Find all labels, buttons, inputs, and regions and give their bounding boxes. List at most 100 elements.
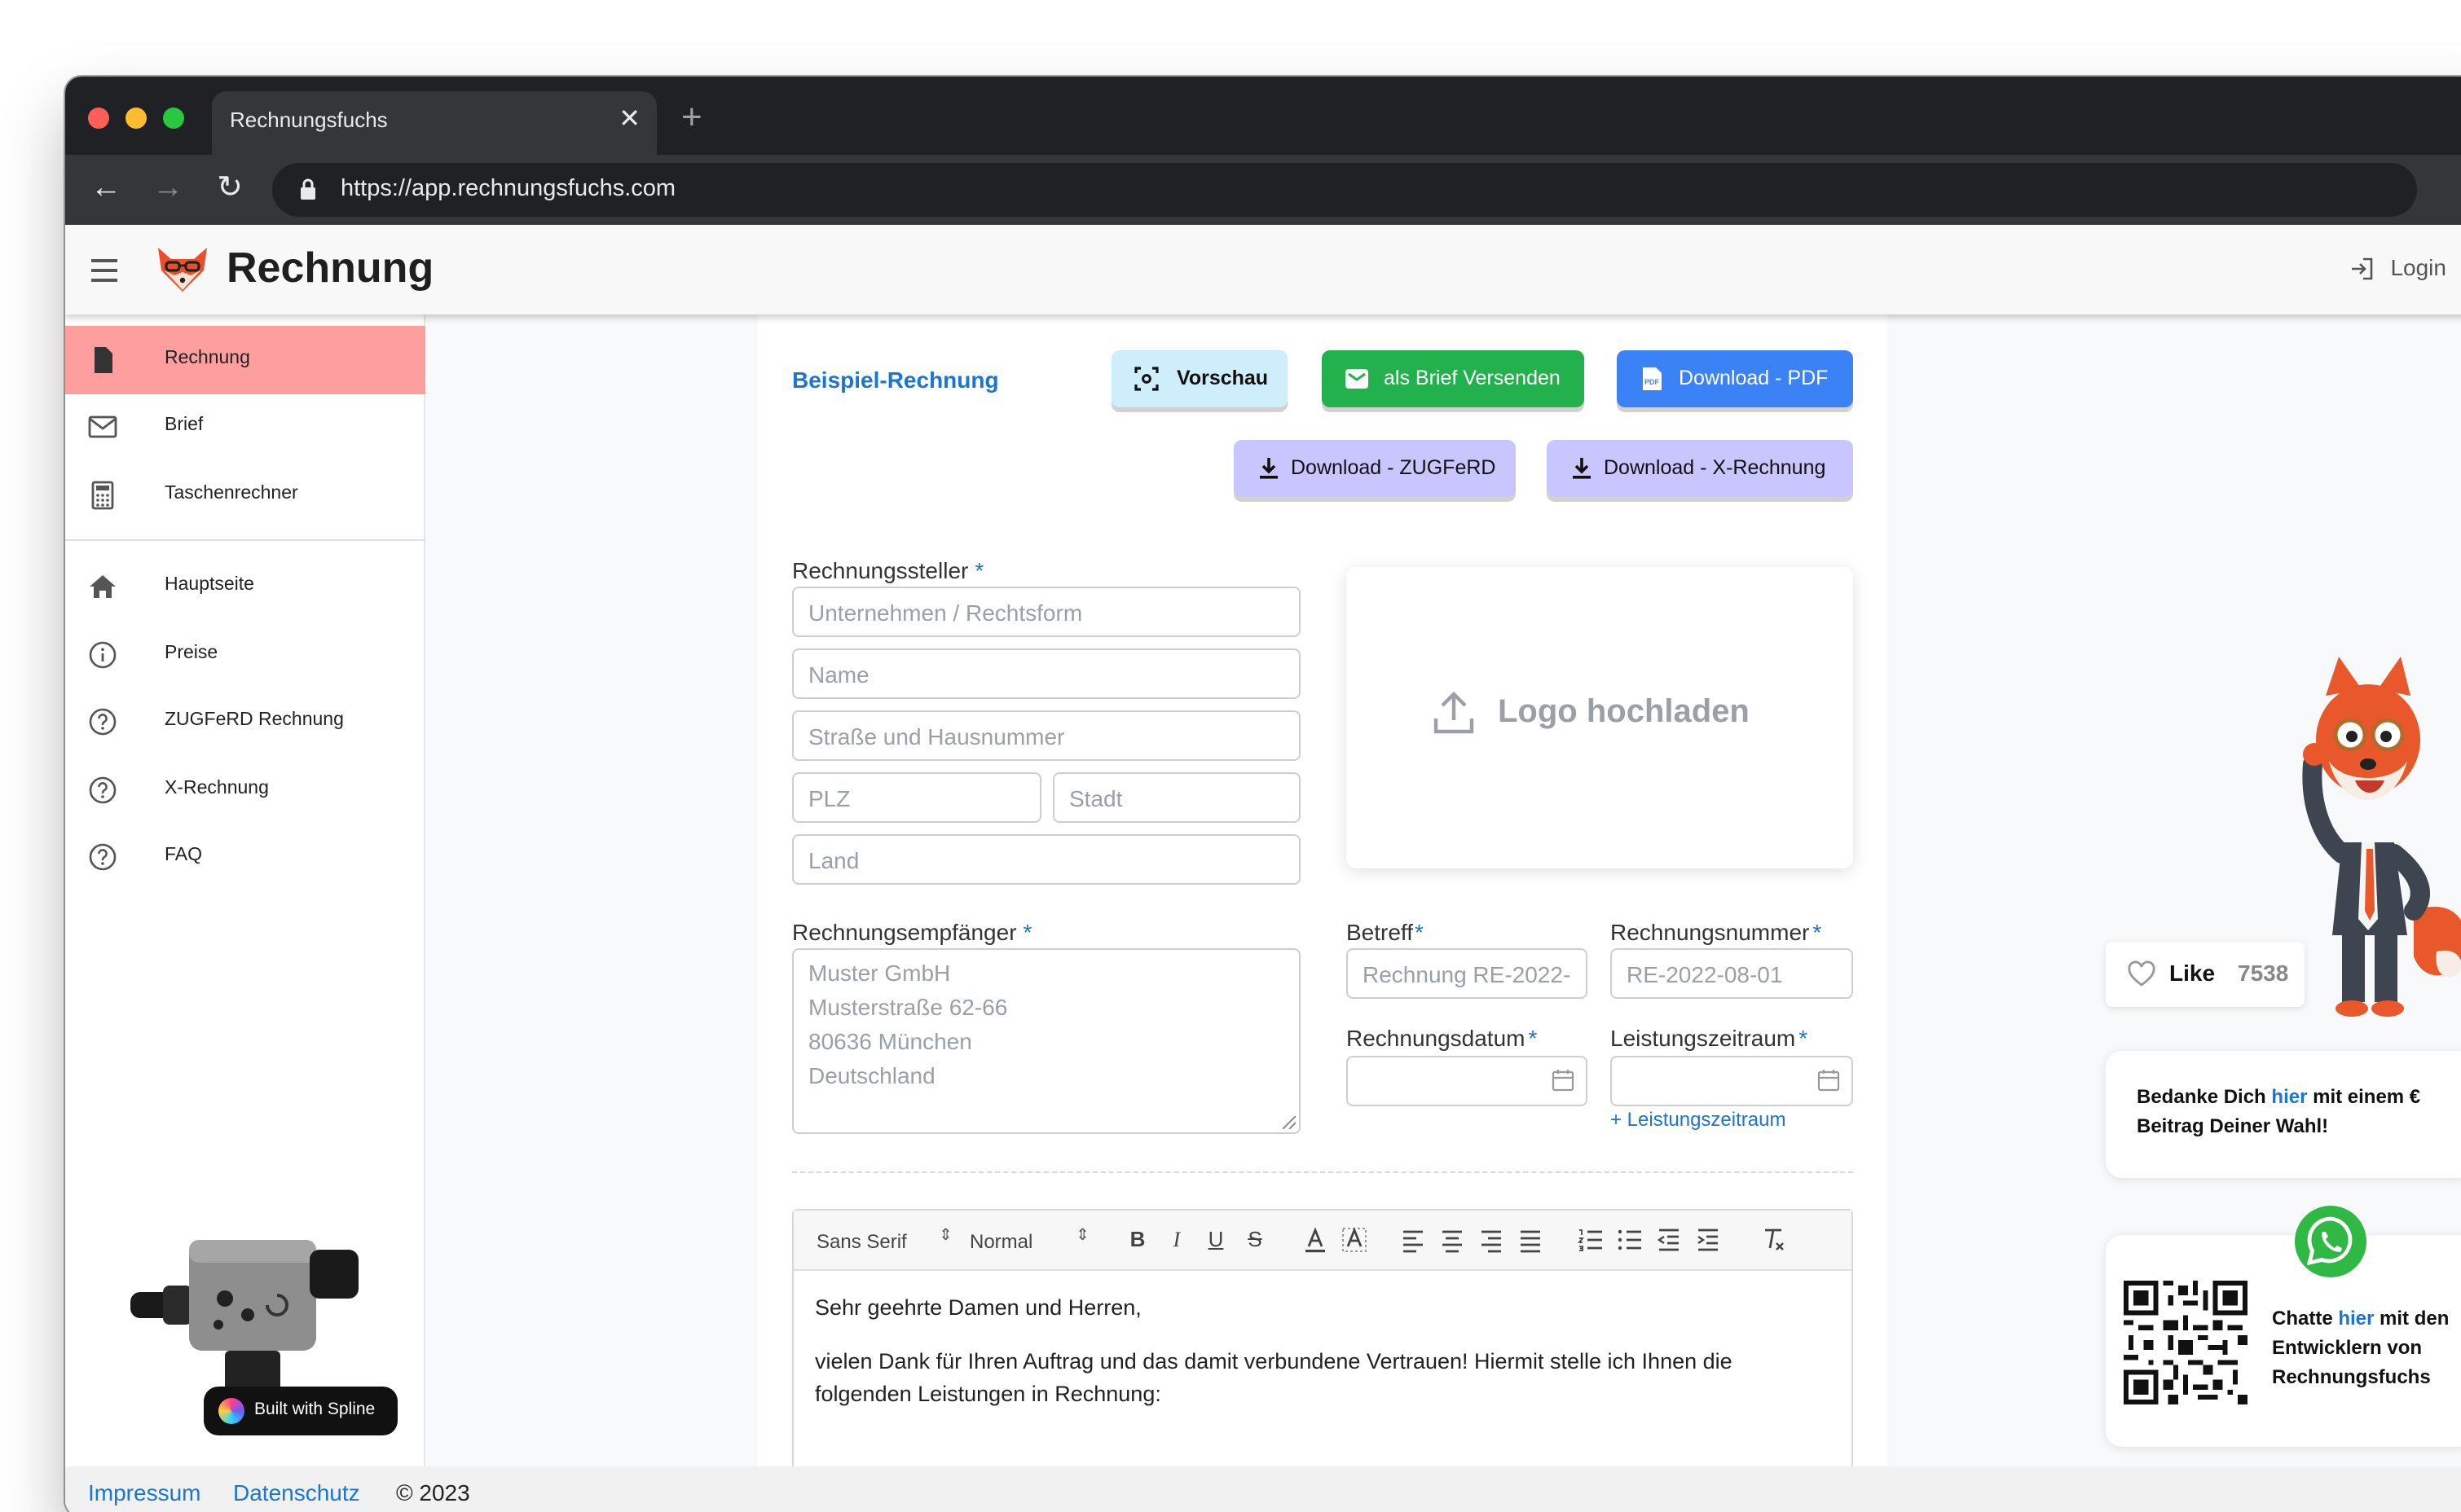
example-invoice-link[interactable]: Beispiel-Rechnung — [792, 367, 999, 393]
upload-icon — [1433, 691, 1474, 734]
recipient-placeholder-line: Deutschland — [808, 1062, 936, 1088]
whatsapp-icon[interactable] — [2292, 1202, 2370, 1281]
download-pdf-button[interactable]: PDF Download - PDF — [1617, 350, 1853, 407]
download-icon — [1573, 458, 1591, 479]
text-color-icon[interactable] — [1301, 1225, 1330, 1255]
qr-code-image[interactable] — [2124, 1281, 2247, 1404]
issuer-name-field[interactable]: Name — [792, 648, 1301, 699]
editor-paragraph: Sehr geehrte Damen und Herren, — [815, 1295, 1142, 1320]
send-letter-button-label: als Brief Versenden — [1384, 367, 1561, 389]
spline-badge-label: Built with Spline — [254, 1400, 376, 1419]
logo-upload-area[interactable]: Logo hochladen — [1346, 567, 1853, 868]
resize-handle-icon[interactable] — [1283, 1116, 1296, 1129]
clear-format-icon[interactable] — [1759, 1225, 1788, 1255]
close-window-button[interactable] — [88, 108, 109, 129]
impressum-link[interactable]: Impressum — [88, 1479, 200, 1505]
indent-icon[interactable] — [1693, 1225, 1723, 1255]
like-label: Like — [2169, 960, 2216, 986]
sidebar-item-brief[interactable]: Brief — [65, 393, 425, 461]
font-family-select[interactable]: Sans Serif — [817, 1230, 907, 1253]
recipient-address-field[interactable]: Muster GmbH Musterstraße 62-66 80636 Mün… — [792, 948, 1301, 1134]
help-icon — [89, 776, 117, 804]
editor-content[interactable]: Sehr geehrte Damen und Herren, vielen Da… — [815, 1292, 1825, 1411]
select-arrows-icon: ⇕ — [939, 1227, 953, 1245]
font-size-select[interactable]: Normal — [970, 1230, 1032, 1253]
bold-button[interactable]: B — [1123, 1225, 1152, 1255]
sidebar-item-label: Hauptseite — [165, 575, 254, 595]
sidebar-item-preise[interactable]: Preise — [65, 621, 425, 689]
mail-icon — [88, 415, 117, 438]
datenschutz-link[interactable]: Datenschutz — [233, 1479, 360, 1505]
align-left-icon[interactable] — [1398, 1225, 1428, 1255]
background-color-icon[interactable] — [1340, 1225, 1369, 1255]
sidebar: Rechnung Brief Taschenrechner Hauptseite… — [65, 314, 425, 1466]
select-arrows-icon: ⇕ — [1076, 1227, 1090, 1245]
browser-window: Rechnungsfuchs ✕ + ← → ↻ https://app.rec… — [65, 77, 2461, 1512]
login-button[interactable]: Login — [2390, 254, 2446, 280]
issuer-company-field[interactable]: Unternehmen / Rechtsform — [792, 587, 1301, 637]
download-xrechnung-button[interactable]: Download - X-Rechnung — [1547, 440, 1853, 497]
add-service-period-link[interactable]: + Leistungszeitraum — [1610, 1108, 1785, 1131]
send-letter-button[interactable]: als Brief Versenden — [1322, 350, 1584, 407]
sidebar-item-taschenrechner[interactable]: Taschenrechner — [65, 461, 425, 530]
required-marker: * — [1812, 919, 1822, 945]
login-icon[interactable] — [2349, 256, 2375, 282]
menu-icon[interactable] — [91, 259, 117, 288]
sidebar-divider — [65, 539, 425, 541]
preview-button[interactable]: Vorschau — [1112, 350, 1288, 407]
back-arrow-icon[interactable]: ← — [85, 169, 127, 212]
download-zugferd-button[interactable]: Download - ZUGFeRD — [1234, 440, 1516, 497]
page-title: Rechnung — [227, 243, 434, 292]
subject-placeholder: Rechnung RE-2022- — [1363, 961, 1571, 987]
recipient-label: Rechnungsempfänger * — [792, 919, 1032, 945]
issuer-city-field[interactable]: Stadt — [1053, 772, 1301, 823]
sidebar-item-rechnung[interactable]: Rechnung — [65, 326, 425, 394]
new-tab-icon[interactable]: + — [681, 99, 702, 135]
tab-title: Rechnungsfuchs — [230, 108, 388, 132]
outdent-icon[interactable] — [1654, 1225, 1684, 1255]
donation-link[interactable]: hier — [2271, 1085, 2307, 1108]
sidebar-item-hauptseite[interactable]: Hauptseite — [65, 552, 425, 621]
invoice-form-card: Beispiel-Rechnung Vorschau als Brief Ver… — [758, 314, 1887, 1466]
strike-button[interactable]: S — [1240, 1225, 1270, 1255]
service-period-field[interactable] — [1610, 1056, 1853, 1106]
subject-field[interactable]: Rechnung RE-2022- — [1346, 948, 1587, 999]
donation-card: Bedanke Dich hier mit einem € Beitrag De… — [2106, 1051, 2461, 1178]
align-justify-icon[interactable] — [1516, 1225, 1545, 1255]
pdf-file-icon: PDF — [1643, 367, 1662, 390]
invoice-date-field[interactable] — [1346, 1056, 1587, 1106]
issuer-zip-field[interactable]: PLZ — [792, 772, 1041, 823]
built-with-spline-badge[interactable]: Built with Spline — [204, 1387, 398, 1435]
align-right-icon[interactable] — [1477, 1225, 1506, 1255]
sidebar-item-label: Preise — [165, 644, 218, 663]
forward-arrow-icon[interactable]: → — [147, 169, 189, 212]
letter-text-editor[interactable]: Sans Serif ⇕ Normal ⇕ B I U S Sehr geehr… — [792, 1209, 1853, 1466]
underline-button[interactable]: U — [1201, 1225, 1230, 1255]
browser-tab[interactable]: Rechnungsfuchs ✕ — [212, 91, 657, 155]
recipient-placeholder-line: Muster GmbH — [808, 960, 951, 986]
issuer-street-placeholder: Straße und Hausnummer — [808, 723, 1065, 749]
issuer-country-field[interactable]: Land — [792, 834, 1301, 885]
bullet-list-icon[interactable] — [1615, 1225, 1644, 1255]
close-tab-icon[interactable]: ✕ — [619, 104, 641, 137]
invoice-number-field[interactable]: RE-2022-08-01 — [1610, 948, 1853, 999]
ordered-list-icon[interactable] — [1576, 1225, 1605, 1255]
align-center-icon[interactable] — [1437, 1225, 1467, 1255]
logo-upload-label: Logo hochladen — [1498, 694, 1750, 730]
spline-logo-icon — [218, 1398, 244, 1424]
issuer-name-placeholder: Name — [808, 662, 869, 688]
like-button[interactable]: Like 7538 — [2106, 942, 2305, 1007]
sidebar-item-zugferd[interactable]: ZUGFeRD Rechnung — [65, 688, 425, 756]
calendar-icon[interactable] — [1552, 1069, 1574, 1092]
issuer-street-field[interactable]: Straße und Hausnummer — [792, 710, 1301, 761]
calendar-icon[interactable] — [1817, 1069, 1840, 1092]
zoom-window-button[interactable] — [163, 108, 184, 129]
chat-link[interactable]: hier — [2338, 1307, 2374, 1330]
sidebar-item-xrechnung[interactable]: X-Rechnung — [65, 756, 425, 824]
italic-button[interactable]: I — [1162, 1225, 1191, 1255]
reload-icon[interactable]: ↻ — [209, 169, 251, 212]
minimize-window-button[interactable] — [125, 108, 147, 129]
lock-icon — [301, 178, 315, 200]
sidebar-item-faq[interactable]: FAQ — [65, 823, 425, 891]
address-bar[interactable]: https://app.rechnungsfuchs.com — [272, 163, 2417, 217]
